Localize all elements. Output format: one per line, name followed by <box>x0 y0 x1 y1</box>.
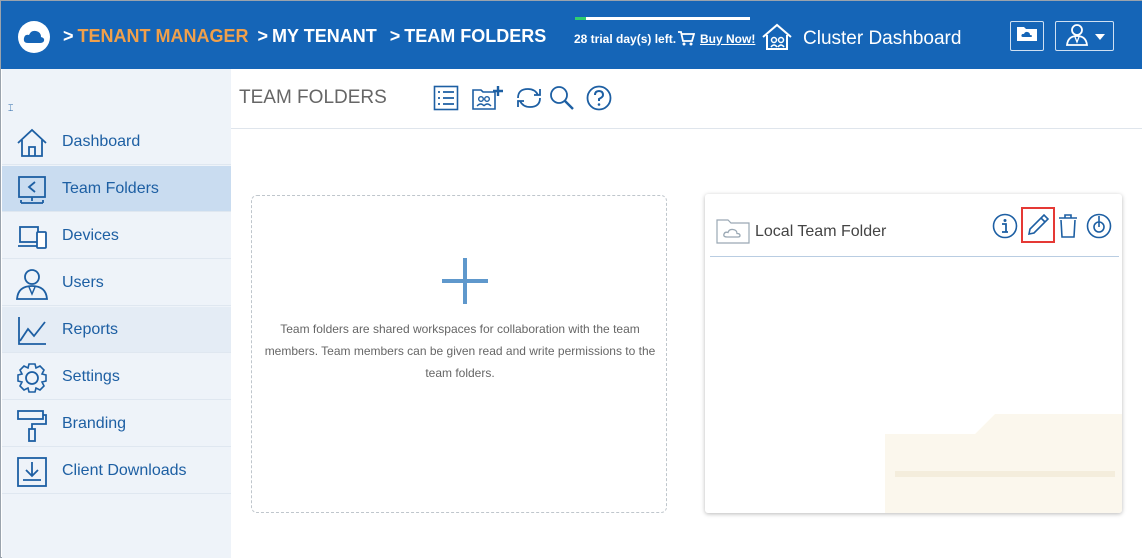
top-bar: > TENANT MANAGER > MY TENANT > TEAM FOLDERS… <box>1 1 1142 69</box>
sidebar-item-label: Users <box>62 274 104 291</box>
sidebar-item-reports[interactable]: Reports <box>2 307 231 353</box>
list-view-icon[interactable] <box>433 85 459 116</box>
breadcrumb: > TENANT MANAGER > MY TENANT > TEAM FOLDERS <box>63 26 546 47</box>
breadcrumb-my-tenant[interactable]: MY TENANT <box>272 26 377 46</box>
info-icon[interactable] <box>991 212 1019 240</box>
chart-icon <box>15 314 49 348</box>
sidebar-item-label: Dashboard <box>62 133 141 150</box>
sidebar-item-team-folders[interactable]: Team Folders <box>2 166 231 212</box>
house-network-icon[interactable] <box>760 23 794 56</box>
caret-down-icon <box>1094 27 1105 45</box>
download-icon <box>15 455 49 489</box>
cloud-folder-icon <box>716 218 750 249</box>
team-folder-description: Team folders are shared workspaces for c… <box>264 322 656 380</box>
cloud-folder-icon <box>1016 25 1038 47</box>
paint-roller-icon <box>15 408 49 442</box>
buy-now-link[interactable]: Buy Now! <box>700 32 755 46</box>
cloud-logo-icon[interactable] <box>18 21 50 53</box>
trial-days-text: 28 trial day(s) left. <box>574 32 677 46</box>
page-header: TEAM FOLDERS <box>231 69 1142 129</box>
devices-icon <box>15 220 49 254</box>
team-folder-card[interactable]: Local Team Folder <box>705 194 1122 513</box>
breadcrumb-separator: > <box>389 26 401 46</box>
sidebar-collapse-toggle[interactable]: ⌶ <box>8 103 13 114</box>
sidebar-item-label: Branding <box>62 415 127 432</box>
shared-folder-icon <box>15 173 49 207</box>
breadcrumb-separator: > <box>257 26 269 46</box>
sidebar-item-label: Reports <box>62 321 119 338</box>
sidebar-item-users[interactable]: Users <box>2 260 231 306</box>
gear-icon <box>15 361 49 395</box>
sidebar-item-label: Devices <box>62 227 119 244</box>
sidebar-item-label: Team Folders <box>62 180 159 197</box>
sidebar-item-dashboard[interactable]: Dashboard <box>2 119 231 165</box>
breadcrumb-tenant-manager[interactable]: TENANT MANAGER <box>78 26 249 46</box>
home-icon <box>15 126 49 160</box>
trial-progress-fill <box>575 17 586 20</box>
sidebar: ⌶ Dashboard Team Folders Devices Users R… <box>2 69 231 558</box>
sidebar-item-label: Settings <box>62 368 120 385</box>
search-icon[interactable] <box>549 85 575 116</box>
delete-icon[interactable] <box>1054 212 1082 240</box>
team-folder-name[interactable]: Local Team Folder <box>755 223 886 241</box>
breadcrumb-team-folders: TEAM FOLDERS <box>404 26 547 46</box>
sidebar-item-label: Client Downloads <box>62 462 187 479</box>
add-team-folder-card[interactable]: Team folders are shared workspaces for c… <box>251 195 667 513</box>
add-team-folder-icon[interactable] <box>472 85 504 116</box>
users-icon <box>15 267 49 301</box>
sidebar-item-devices[interactable]: Devices <box>2 213 231 259</box>
breadcrumb-separator: > <box>63 26 74 46</box>
refresh-icon[interactable] <box>514 85 544 116</box>
cluster-dashboard-link[interactable]: Cluster Dashboard <box>803 28 961 50</box>
user-menu-button[interactable] <box>1055 21 1114 51</box>
help-icon[interactable] <box>586 85 612 116</box>
sidebar-item-client-downloads[interactable]: Client Downloads <box>2 448 231 494</box>
page-title: TEAM FOLDERS <box>239 87 387 108</box>
main-content: TEAM FOLDERS Team folders are shared wor… <box>231 69 1142 558</box>
sidebar-item-settings[interactable]: Settings <box>2 354 231 400</box>
card-divider <box>710 256 1119 257</box>
edit-icon[interactable] <box>1021 207 1055 243</box>
sidebar-item-branding[interactable]: Branding <box>2 401 231 447</box>
plus-icon[interactable] <box>442 258 488 309</box>
cloud-folder-button[interactable] <box>1010 21 1044 51</box>
trial-progress-bar <box>575 17 750 20</box>
sync-icon[interactable] <box>1085 212 1113 240</box>
cart-icon[interactable] <box>678 31 696 51</box>
user-icon <box>1065 22 1089 51</box>
folder-watermark-icon <box>885 414 1122 513</box>
